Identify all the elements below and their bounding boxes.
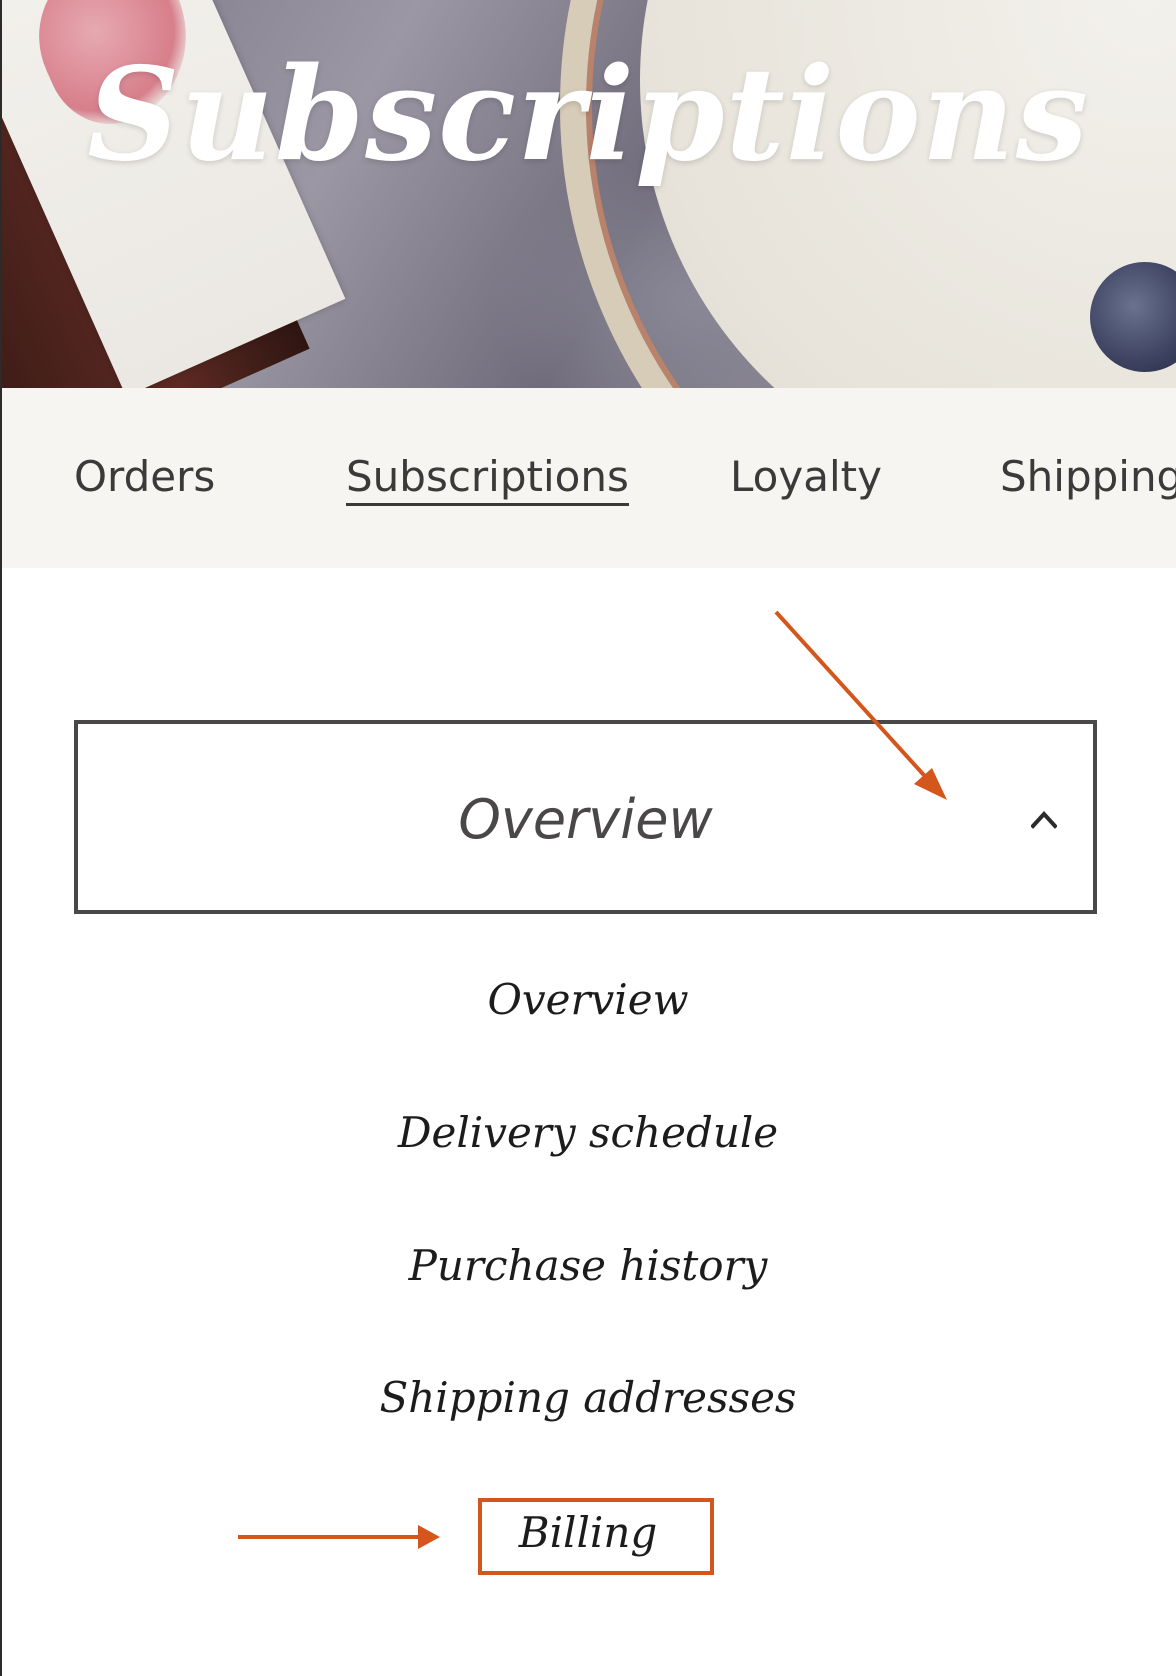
left-edge-border xyxy=(0,0,2,1676)
dropdown-selected-label: Overview xyxy=(458,788,713,851)
menu-item-delivery-schedule[interactable]: Delivery schedule xyxy=(0,1108,1176,1157)
hero-banner: Subscriptions xyxy=(0,0,1176,388)
account-tab-bar: Orders Subscriptions Loyalty Shipping xyxy=(0,388,1176,568)
section-dropdown[interactable]: Overview xyxy=(74,720,1097,914)
menu-item-shipping-addresses[interactable]: Shipping addresses xyxy=(0,1373,1176,1422)
menu-item-purchase-history[interactable]: Purchase history xyxy=(0,1241,1176,1290)
tab-loyalty[interactable]: Loyalty xyxy=(730,452,882,501)
tab-orders[interactable]: Orders xyxy=(74,452,215,501)
tab-shipping[interactable]: Shipping xyxy=(1000,452,1176,501)
page-title: Subscriptions xyxy=(87,40,1089,190)
chevron-up-icon[interactable] xyxy=(1031,806,1057,832)
menu-item-billing[interactable]: Billing xyxy=(0,1508,1176,1557)
tab-subscriptions[interactable]: Subscriptions xyxy=(346,452,629,506)
menu-item-overview[interactable]: Overview xyxy=(0,975,1176,1024)
